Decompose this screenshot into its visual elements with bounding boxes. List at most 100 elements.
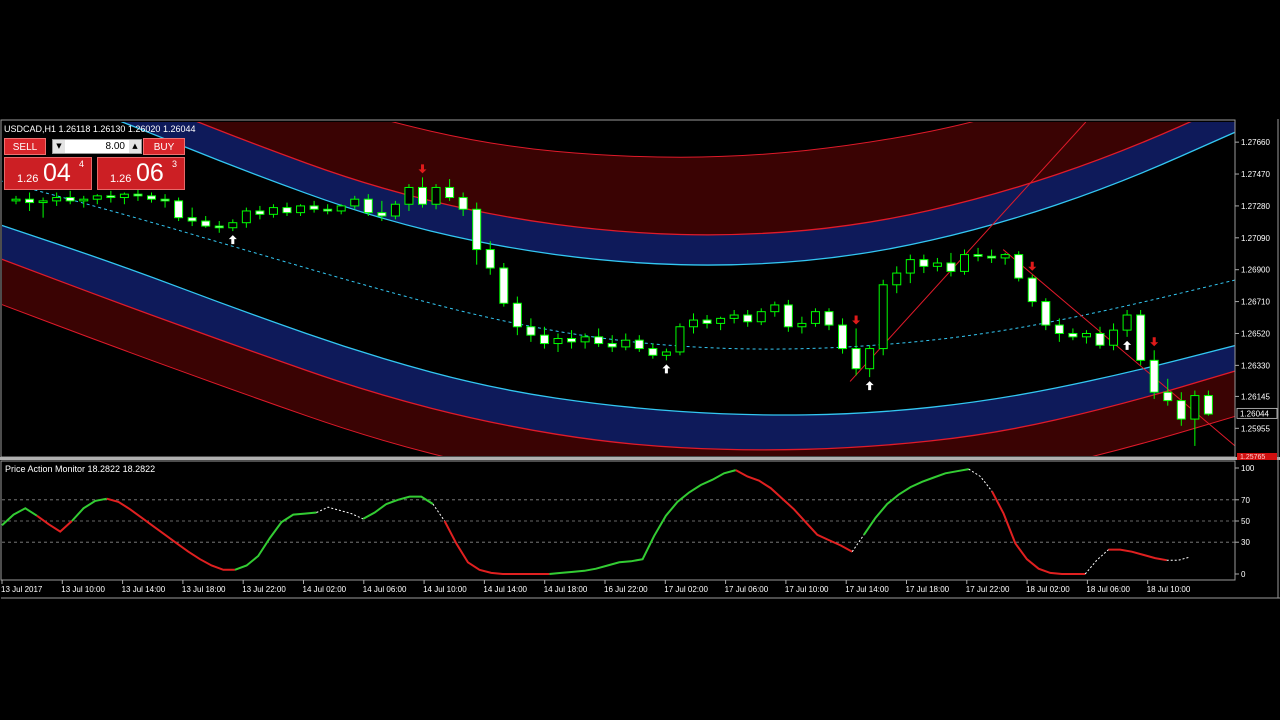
time-tick-label-11: 17 Jul 02:00 (664, 585, 708, 594)
candle-body-45 (621, 339, 631, 348)
candle-body-7 (106, 195, 116, 199)
candle-body-61 (838, 324, 848, 350)
time-tick-label-17: 18 Jul 02:00 (1026, 585, 1070, 594)
price-tick-label-9: 1.25955 (1241, 424, 1270, 433)
time-tick-label-14: 17 Jul 14:00 (845, 585, 889, 594)
candle-body-30 (418, 186, 427, 205)
price-tick-label-5: 1.26710 (1241, 298, 1270, 307)
time-tick-label-6: 14 Jul 06:00 (363, 585, 407, 594)
one-click-trading-panel: SELL ▼ 8.00 ▲ BUY 1.26 04 4 1.26 06 3 (4, 138, 185, 190)
buy-quote-pips: 06 (136, 159, 164, 187)
candle-49 (675, 323, 685, 356)
time-tick-label-3: 13 Jul 18:00 (182, 585, 226, 594)
candle-body-26 (363, 198, 373, 214)
osc-tick-label-4: 0 (1241, 570, 1246, 579)
candle-body-86 (1176, 400, 1186, 420)
chart-canvas: 1.276601.274701.272801.270901.269001.267… (0, 118, 1280, 600)
candle-body-13 (187, 217, 197, 222)
candle-body-33 (458, 197, 468, 210)
candle-body-55 (756, 311, 766, 323)
candle-body-19 (268, 207, 278, 215)
candle-body-69 (946, 262, 956, 272)
candle-body-63 (865, 348, 875, 370)
candle-body-49 (675, 326, 685, 353)
triangle-down-icon[interactable]: ▼ (53, 140, 65, 153)
lot-size-field[interactable]: ▼ 8.00 ▲ (52, 139, 142, 154)
candle-body-47 (648, 348, 658, 356)
candle-body-74 (1014, 254, 1024, 279)
osc-tick-label-0: 100 (1241, 464, 1255, 473)
buy-quote[interactable]: 1.26 06 3 (97, 157, 185, 190)
candle-body-43 (594, 336, 604, 345)
candle-body-29 (404, 186, 414, 205)
sell-quote[interactable]: 1.26 04 4 (4, 157, 92, 190)
candle-body-85 (1163, 391, 1173, 402)
current-price-label: 1.26044 (1240, 409, 1269, 418)
candle-body-2 (38, 200, 48, 204)
candle-body-77 (1054, 324, 1064, 334)
candle-body-4 (65, 197, 75, 202)
candle-body-39 (539, 334, 549, 345)
candle-body-82 (1122, 314, 1132, 331)
candle-body-58 (797, 322, 807, 328)
symbol-info: USDCAD,H1 1.26118 1.26130 1.26020 1.2604… (4, 124, 196, 134)
candle-body-53 (729, 314, 739, 319)
candle-body-71 (973, 254, 983, 257)
time-tick-label-15: 17 Jul 18:00 (906, 585, 950, 594)
candle-body-37 (512, 302, 522, 328)
triangle-up-icon[interactable]: ▲ (129, 140, 141, 153)
candle-body-54 (743, 314, 753, 323)
time-tick-label-10: 16 Jul 22:00 (604, 585, 648, 594)
candle-body-62 (851, 348, 861, 370)
candle-body-36 (499, 267, 509, 304)
candle-body-72 (987, 255, 997, 259)
time-tick-label-5: 14 Jul 02:00 (303, 585, 347, 594)
osc-tick-label-3: 30 (1241, 538, 1250, 547)
osc-tick-label-2: 50 (1241, 517, 1250, 526)
time-tick-label-19: 18 Jul 10:00 (1147, 585, 1191, 594)
price-tick-label-6: 1.26520 (1241, 329, 1270, 338)
candle-body-32 (445, 186, 455, 199)
candle-body-11 (160, 198, 170, 202)
time-tick-label-2: 13 Jul 14:00 (122, 585, 166, 594)
candle-body-65 (892, 272, 902, 286)
time-tick-label-16: 17 Jul 22:00 (966, 585, 1010, 594)
candle-body-44 (607, 343, 617, 348)
candle-12 (174, 197, 184, 222)
lot-size-value[interactable]: 8.00 (67, 140, 127, 153)
candle-body-56 (770, 304, 780, 313)
osc-tick-label-1: 70 (1241, 496, 1250, 505)
candle-body-79 (1081, 332, 1091, 338)
time-tick-label-18: 18 Jul 06:00 (1086, 585, 1130, 594)
candle-body-73 (1000, 254, 1010, 259)
candle-body-20 (282, 207, 292, 214)
candle-body-40 (553, 338, 563, 345)
price-tick-label-1: 1.27470 (1241, 170, 1270, 179)
candle-body-1 (25, 198, 35, 204)
time-tick-label-1: 13 Jul 10:00 (61, 585, 105, 594)
candle-body-88 (1203, 395, 1213, 415)
candle-body-12 (174, 200, 184, 219)
time-tick-label-12: 17 Jul 06:00 (725, 585, 769, 594)
candle-body-83 (1136, 314, 1146, 361)
candle-body-24 (336, 205, 346, 212)
candle-body-41 (567, 338, 577, 343)
candle-body-21 (296, 205, 306, 214)
time-tick-label-13: 17 Jul 10:00 (785, 585, 829, 594)
candle-body-66 (905, 259, 915, 274)
candle-body-75 (1027, 277, 1037, 303)
buy-button[interactable]: BUY (143, 138, 185, 155)
candle-body-14 (201, 220, 211, 227)
price-tick-label-3: 1.27090 (1241, 234, 1270, 243)
candle-body-35 (485, 249, 495, 269)
candle-64 (878, 279, 888, 356)
candle-body-50 (689, 319, 698, 328)
candle-57 (783, 299, 793, 332)
candle-36 (499, 262, 509, 307)
time-tick-label-9: 14 Jul 18:00 (544, 585, 588, 594)
candle-body-6 (92, 195, 102, 200)
candle-body-16 (228, 222, 238, 229)
candle-body-52 (716, 317, 726, 324)
sell-button[interactable]: SELL (4, 138, 46, 155)
candle-body-28 (390, 203, 400, 217)
